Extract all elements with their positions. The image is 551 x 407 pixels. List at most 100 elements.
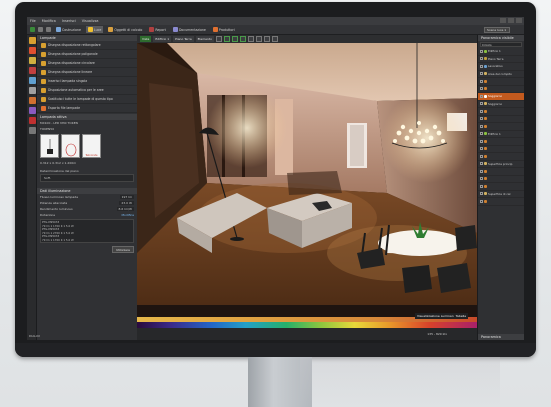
lamp-action-item[interactable]: Disegna disposizione circolare	[37, 59, 137, 68]
luminaire-icon[interactable]	[28, 47, 36, 54]
tree-row[interactable]: Edificio 1	[478, 131, 524, 138]
close-button[interactable]	[516, 18, 522, 23]
field-value[interactable]: 8.6 lm/W	[116, 207, 134, 211]
lamp-action-item[interactable]: Disposizione automatica per le aree	[37, 86, 137, 95]
tree-row[interactable]: Superficie di cal	[478, 191, 524, 198]
modify-link[interactable]: Modifica	[121, 213, 134, 217]
building-selector[interactable]: Edificio 1	[153, 36, 172, 42]
emergency-icon[interactable]	[28, 67, 36, 74]
tree-row[interactable]	[478, 123, 524, 131]
visibility-checkbox[interactable]	[480, 139, 483, 143]
lamp-distribution-thumb[interactable]	[61, 134, 80, 158]
visibility-checkbox[interactable]	[480, 177, 483, 181]
lamp-action-item[interactable]: Disegna disposizione lineare	[37, 68, 137, 77]
visibility-checkbox[interactable]	[480, 192, 483, 196]
tree-row[interactable]	[478, 108, 524, 116]
tree-row[interactable]: Edificio 1	[478, 48, 524, 56]
tree-row[interactable]: Soggiorno	[478, 93, 524, 101]
menu-inserisci[interactable]: Inserisci	[62, 19, 76, 23]
undo-icon[interactable]	[38, 27, 43, 32]
light-group-icon[interactable]	[28, 57, 36, 64]
redo-icon[interactable]	[46, 27, 51, 32]
tree-row[interactable]	[478, 116, 524, 123]
daylight-icon[interactable]	[28, 77, 36, 84]
tree-row[interactable]: Soggiorno	[478, 101, 524, 108]
visibility-checkbox[interactable]	[480, 117, 483, 121]
save-icon[interactable]	[30, 27, 35, 32]
visibility-checkbox[interactable]	[480, 72, 483, 76]
menu-visualizza[interactable]: Visualizza	[82, 19, 99, 23]
report-tool-icon[interactable]	[28, 117, 36, 124]
tree-row[interactable]	[478, 153, 524, 161]
visibility-checkbox[interactable]	[480, 57, 483, 61]
tree-row[interactable]	[478, 198, 524, 206]
orbit-icon[interactable]	[271, 36, 278, 42]
toolbar-produttori-button[interactable]: Produttori	[211, 26, 237, 33]
visibility-checkbox[interactable]	[480, 87, 483, 91]
field-value[interactable]: 197 lm	[119, 195, 134, 199]
maximize-button[interactable]	[508, 18, 514, 23]
menu-file[interactable]: File	[30, 19, 36, 23]
pan-icon[interactable]	[263, 36, 270, 42]
toolbar-costruzione-button[interactable]: Costruzione	[54, 26, 83, 33]
lamp-action-item[interactable]: Disegna disposizione poligonale	[37, 50, 137, 59]
element-selector[interactable]: Elemento	[195, 36, 214, 42]
tree-row[interactable]	[478, 168, 524, 176]
tree-row[interactable]	[478, 138, 524, 146]
view-3d-icon[interactable]	[215, 36, 222, 42]
view-front-icon[interactable]	[231, 36, 238, 42]
visibility-checkbox[interactable]	[480, 184, 483, 188]
toolbar-luce-button[interactable]: Luce	[85, 26, 104, 33]
visibility-checkbox[interactable]	[480, 49, 483, 53]
view-button[interactable]: Vista	[140, 36, 152, 42]
visibility-checkbox[interactable]	[480, 79, 483, 83]
view-side-icon[interactable]	[239, 36, 246, 42]
field-value[interactable]: 23.0 W	[119, 201, 134, 205]
zoom-icon[interactable]	[255, 36, 262, 42]
visibility-checkbox[interactable]	[480, 64, 483, 68]
lamp-brand-thumb[interactable]: Teknoinde	[82, 134, 101, 158]
tree-row[interactable]	[478, 86, 524, 93]
visibility-checkbox[interactable]	[480, 109, 483, 113]
lamp-photo-thumb[interactable]	[40, 134, 59, 158]
toolbar-oggetti-di-calcolo-button[interactable]: Oggetti di calcolo	[106, 26, 144, 33]
luminance-toggle[interactable]: Visualizzazione Luminan Tabelle	[415, 313, 469, 319]
view-top-icon[interactable]	[223, 36, 230, 42]
toolbar-report-button[interactable]: Report	[147, 26, 168, 33]
lamp-action-item[interactable]: Esporta file lampade	[37, 104, 137, 113]
apply-button[interactable]: Utilizzare	[112, 246, 134, 253]
dotazione-list[interactable]: PTG-M95033 79 lm 1 1700 K 1 5.0 W PTG-M950…	[40, 219, 134, 243]
lamp-action-item[interactable]: Disegna disposizione rettangolare	[37, 41, 137, 50]
control-icon[interactable]	[28, 97, 36, 104]
tree-row[interactable]	[478, 176, 524, 183]
table-label[interactable]: Tabelle	[456, 314, 466, 318]
tree-row[interactable]	[478, 78, 524, 86]
overview-filter[interactable]: Circolo	[480, 42, 522, 47]
tree-row[interactable]: Piano Terra	[478, 56, 524, 63]
visibility-checkbox[interactable]	[480, 132, 483, 136]
menu-modifica[interactable]: Modifica	[42, 19, 56, 23]
visibility-checkbox[interactable]	[480, 199, 483, 203]
toolbar-documentazione-button[interactable]: Documentazione	[171, 26, 208, 33]
scene-icon[interactable]	[28, 87, 36, 94]
lamp-action-item[interactable]: Sostituisci tutte le lampade di questo t…	[37, 95, 137, 104]
visibility-checkbox[interactable]	[480, 124, 483, 128]
settings-icon[interactable]	[28, 127, 36, 134]
lamp-action-item[interactable]: Inserisci lampada singola	[37, 77, 137, 86]
tree-row[interactable]	[478, 183, 524, 191]
minimize-button[interactable]	[500, 18, 506, 23]
mounting-select[interactable]: Soff.	[40, 174, 134, 182]
visibility-checkbox[interactable]	[480, 162, 483, 166]
tree-row[interactable]: Area del compito	[478, 71, 524, 78]
lamp-tool-icon[interactable]	[28, 37, 36, 44]
view-perspective-icon[interactable]	[247, 36, 254, 42]
3d-viewport[interactable]	[137, 43, 477, 317]
visibility-checkbox[interactable]	[480, 169, 483, 173]
visibility-checkbox[interactable]	[480, 154, 483, 158]
tree-row[interactable]	[478, 146, 524, 153]
visibility-checkbox[interactable]	[480, 102, 483, 106]
tree-row[interactable]: Superficie princip	[478, 161, 524, 168]
floor-selector[interactable]: Piano Terra	[173, 36, 194, 42]
scene-select[interactable]: Scena luce 1	[484, 26, 510, 33]
tree-row[interactable]: Lavorativo	[478, 63, 524, 71]
